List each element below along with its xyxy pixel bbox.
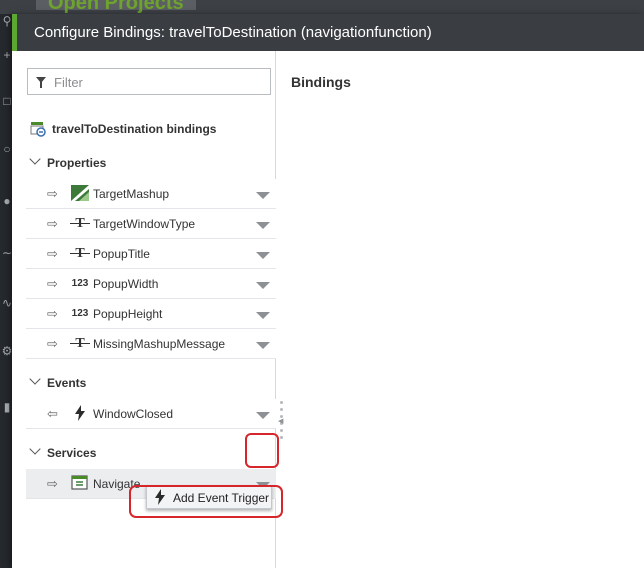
chevron-down-icon[interactable] — [256, 412, 270, 419]
lightning-bolt-icon — [70, 405, 90, 423]
property-row-targetmashup[interactable]: ⇨ TargetMashup — [26, 179, 276, 209]
property-label: PopupWidth — [93, 277, 159, 291]
highlight-annotation-caret — [245, 433, 279, 468]
property-row-popuptitle[interactable]: ⇨ T PopupTitle — [26, 239, 276, 269]
configure-bindings-dialog: Configure Bindings: travelToDestination … — [12, 14, 644, 568]
property-row-popupwidth[interactable]: ⇨ 123 PopupWidth — [26, 269, 276, 299]
section-label: Events — [47, 376, 87, 390]
binding-entity-icon — [30, 122, 46, 137]
service-icon — [70, 475, 90, 493]
property-label: TargetWindowType — [93, 217, 196, 231]
chevron-down-icon — [29, 373, 41, 385]
input-arrow-icon: ⇨ — [47, 336, 58, 351]
bindings-panel: Bindings — [286, 51, 644, 568]
chevron-down-icon — [29, 153, 41, 165]
chevron-down-icon[interactable] — [256, 252, 270, 259]
number-type-icon: 123 — [71, 308, 89, 319]
input-arrow-icon: ⇨ — [47, 476, 58, 491]
input-arrow-icon: ⇨ — [47, 306, 58, 321]
number-type-icon: 123 — [71, 278, 89, 289]
chevron-down-icon[interactable] — [256, 312, 270, 319]
section-label: Properties — [47, 156, 107, 170]
property-label: TargetMashup — [93, 187, 170, 201]
collapse-left-icon[interactable]: ◀ — [278, 417, 283, 425]
background-app-title: Open Projects — [48, 0, 184, 14]
filter-icon — [36, 77, 46, 88]
filter-box[interactable] — [27, 68, 271, 95]
property-row-targetwindowtype[interactable]: ⇨ T TargetWindowType — [26, 209, 276, 239]
property-row-missingmashupmessage[interactable]: ⇨ T MissingMashupMessage — [26, 329, 276, 359]
property-label: MissingMashupMessage — [93, 337, 226, 351]
input-arrow-icon: ⇨ — [47, 186, 58, 201]
section-properties[interactable]: Properties — [26, 152, 276, 174]
property-row-popupheight[interactable]: ⇨ 123 PopupHeight — [26, 299, 276, 329]
input-arrow-icon: ⇨ — [47, 276, 58, 291]
text-type-icon: T — [70, 245, 90, 263]
mashup-icon — [70, 185, 90, 203]
property-label: PopupTitle — [93, 247, 150, 261]
highlight-annotation-menu — [129, 485, 283, 518]
entity-bindings-header: travelToDestination bindings — [30, 120, 270, 140]
section-label: Services — [47, 446, 97, 460]
filter-input[interactable] — [54, 73, 264, 91]
text-type-icon: T — [70, 215, 90, 233]
input-arrow-icon: ⇨ — [47, 216, 58, 231]
section-events[interactable]: Events — [26, 372, 276, 394]
dialog-title: Configure Bindings: travelToDestination … — [34, 24, 432, 41]
section-services[interactable]: Services — [26, 442, 276, 464]
bindings-title: Bindings — [291, 74, 351, 90]
chevron-down-icon[interactable] — [256, 342, 270, 349]
event-label: WindowClosed — [93, 407, 174, 421]
dialog-header: Configure Bindings: travelToDestination … — [12, 14, 644, 51]
text-type-icon: T — [70, 335, 90, 353]
chevron-down-icon[interactable] — [256, 192, 270, 199]
event-row-windowclosed[interactable]: ⇦ WindowClosed — [26, 399, 276, 429]
chevron-down-icon[interactable] — [256, 282, 270, 289]
input-arrow-icon: ⇨ — [47, 246, 58, 261]
entity-bindings-label: travelToDestination bindings — [52, 122, 217, 136]
property-label: PopupHeight — [93, 307, 163, 321]
chevron-down-icon — [29, 443, 41, 455]
chevron-down-icon[interactable] — [256, 222, 270, 229]
output-arrow-icon: ⇦ — [47, 406, 58, 421]
